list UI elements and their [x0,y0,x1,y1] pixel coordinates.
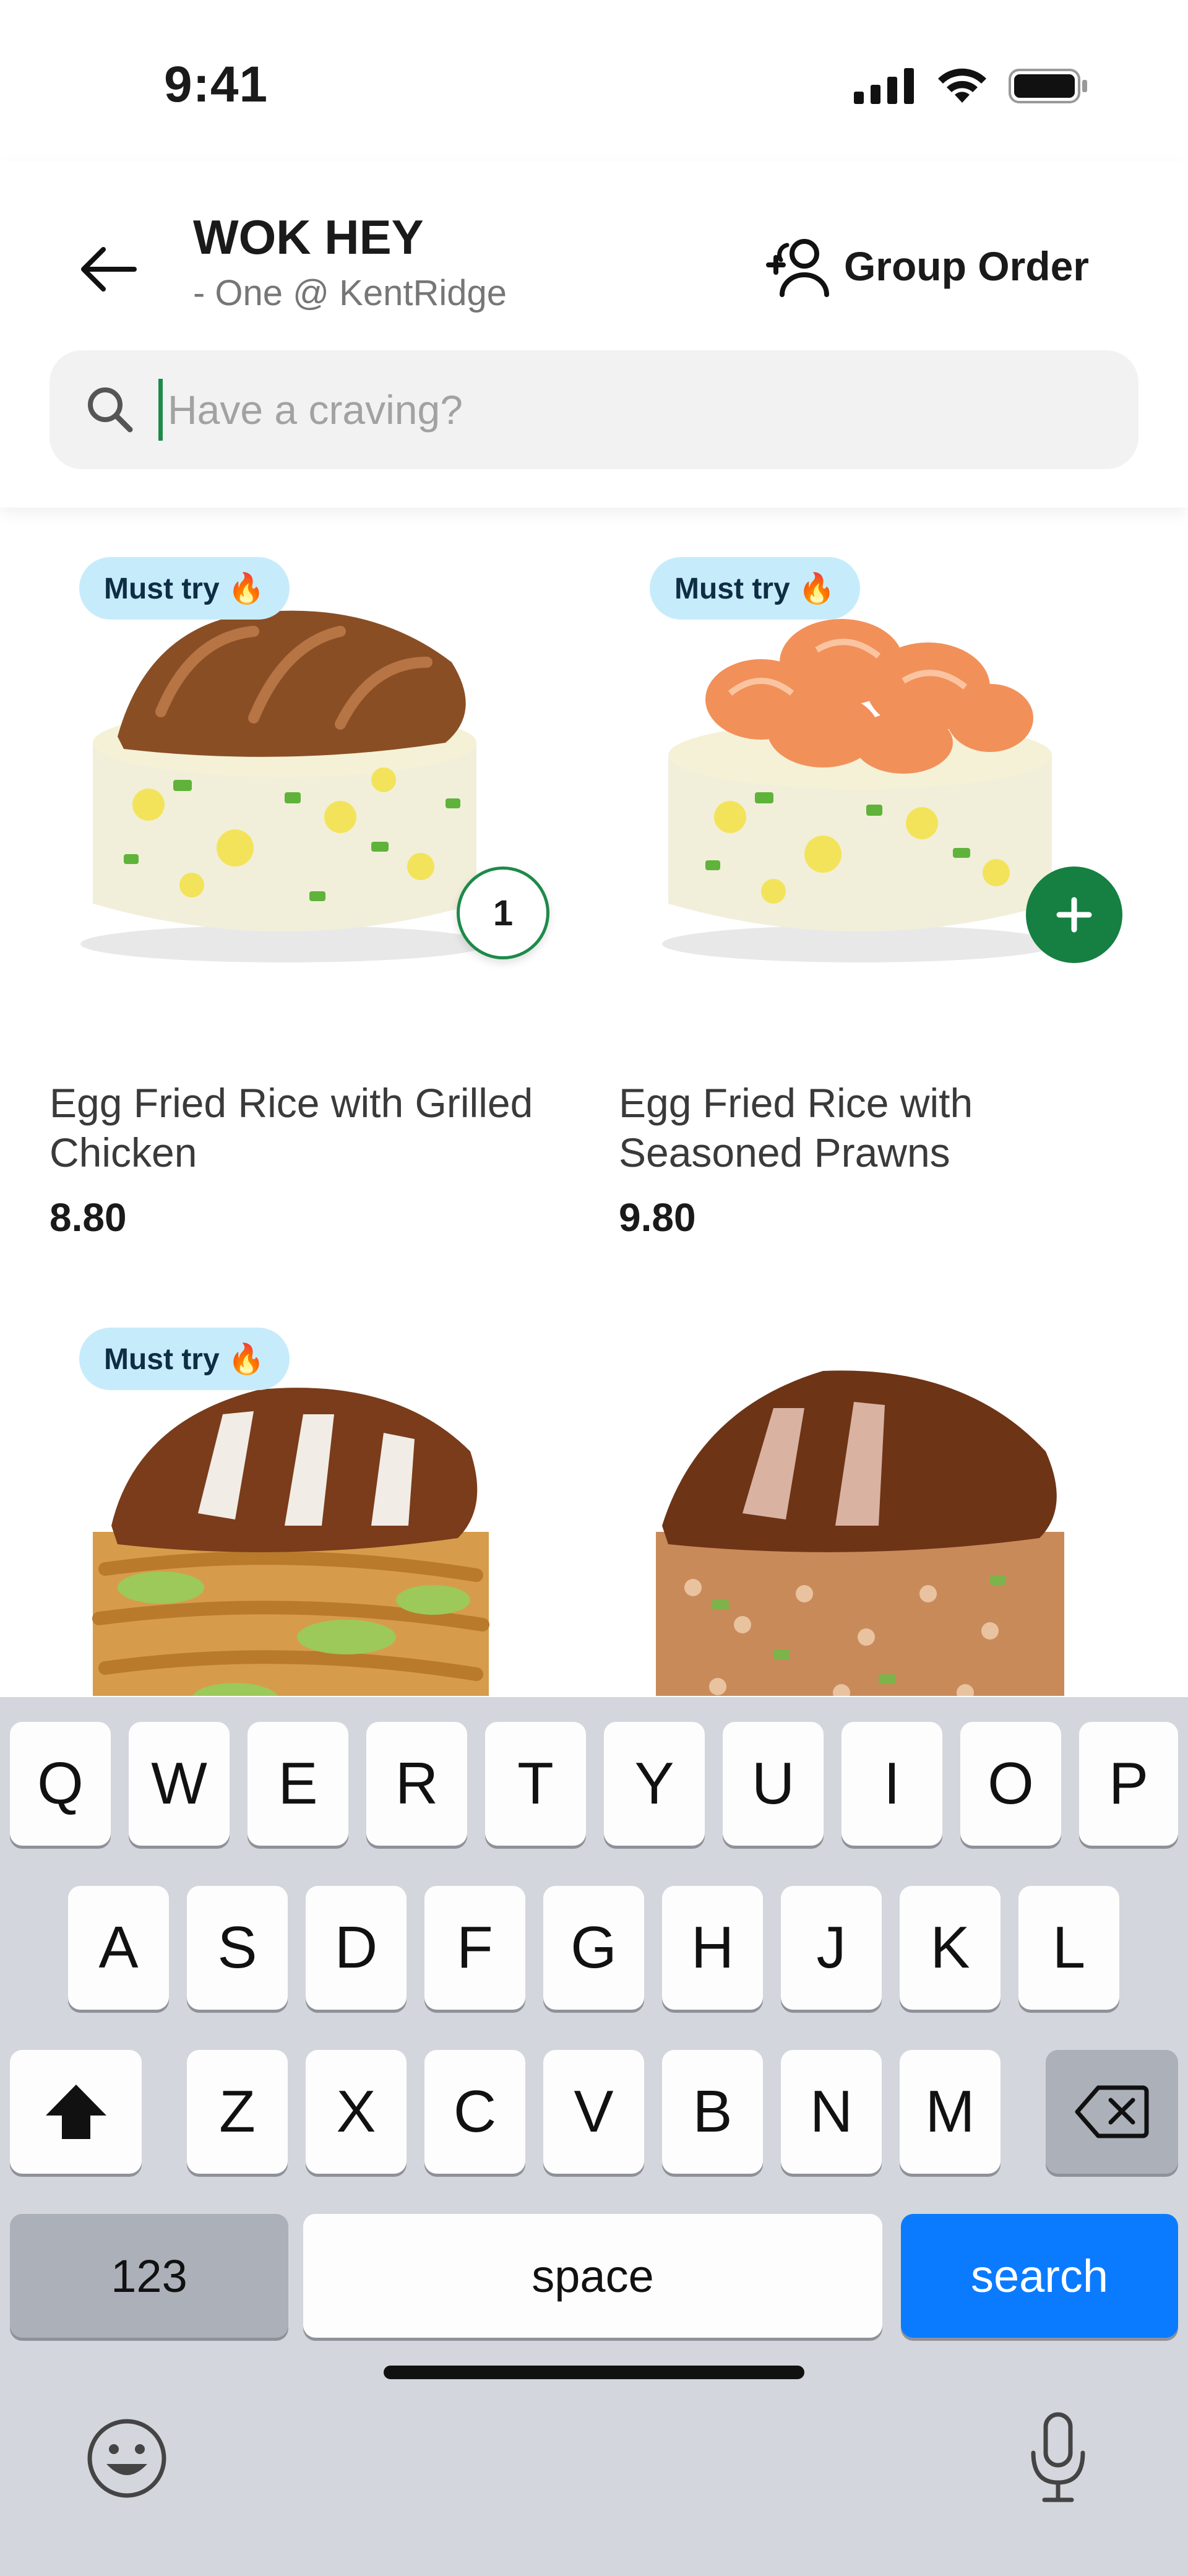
arrow-left-icon [81,247,137,292]
item-name: Egg Fried Rice with Grilled Chicken [50,1080,533,1175]
key-z[interactable]: Z [187,2050,288,2174]
menu-item-card[interactable]: Must try 🔥 Egg Fried Rice with Seasoned … [575,557,1132,1240]
emoji-button[interactable] [80,2412,173,2505]
numbers-key[interactable]: 123 [10,2214,288,2338]
space-key[interactable]: space [303,2214,882,2338]
group-order-button[interactable]: Group Order [762,229,1089,303]
backspace-key[interactable] [1046,2050,1178,2174]
key-t[interactable]: T [485,1722,586,1846]
dictation-button[interactable] [1015,2409,1101,2508]
key-p[interactable]: P [1079,1722,1178,1846]
key-i[interactable]: I [842,1722,942,1846]
store-header: WOK HEY - One @ KentRidge Group Order [0,161,1188,508]
key-f[interactable]: F [424,1886,525,2010]
must-try-badge: Must try 🔥 [79,1328,290,1390]
emoji-icon [87,2419,166,2498]
menu-item-card[interactable] [575,1328,1132,1696]
key-g[interactable]: G [543,1886,644,2010]
dish-image [80,610,489,962]
key-d[interactable]: D [306,1886,407,2010]
menu-grid: Must try 🔥 1 Egg Fried Rice with Grilled… [0,508,1188,1696]
key-m[interactable]: M [900,2050,1001,2174]
must-try-badge: Must try 🔥 [79,557,290,620]
item-name: Egg Fried Rice with Seasoned Prawns [619,1080,973,1175]
dish-image [662,619,1058,962]
key-s[interactable]: S [187,1886,288,2010]
key-o[interactable]: O [960,1722,1061,1846]
status-time: 9:41 [164,56,269,113]
add-to-cart-button[interactable] [1026,867,1122,963]
backspace-icon [1075,2085,1149,2138]
shift-icon [45,2085,106,2139]
search-key[interactable]: search [901,2214,1178,2338]
key-b[interactable]: B [662,2050,763,2174]
dish-image-wrap: Must try 🔥 1 [50,557,549,1003]
status-bar: 9:41 [0,0,1188,161]
dish-image [656,1370,1064,1696]
home-indicator [384,2366,804,2379]
key-h[interactable]: H [662,1886,763,2010]
search-input[interactable] [166,386,1035,434]
text-caret [158,379,163,441]
app-screen: 9:41 W OK H EY - One @ KentRidge Group Ord… [0,0,1188,2576]
quantity-button[interactable]: 1 [457,867,549,959]
search-bar[interactable] [50,350,1138,469]
key-w[interactable]: W [129,1722,230,1846]
key-c[interactable]: C [424,2050,525,2174]
signal-icon [854,68,914,104]
menu-item-card[interactable]: Must try 🔥 [6,1328,563,1696]
key-e[interactable]: E [248,1722,348,1846]
group-order-label: Group Order [843,243,1089,289]
key-a[interactable]: A [68,1886,169,2010]
dish-image-wrap [619,1328,1089,1696]
key-k[interactable]: K [900,1886,1001,2010]
battery-icon [1009,69,1087,103]
back-button[interactable] [68,229,148,309]
key-u[interactable]: U [723,1722,824,1846]
menu-item-card[interactable]: Must try 🔥 1 Egg Fried Rice with Grilled… [6,557,563,1240]
item-price: 9.80 [619,1195,696,1240]
key-v[interactable]: V [543,2050,644,2174]
shift-key[interactable] [10,2050,142,2174]
must-try-badge: Must try 🔥 [650,557,860,620]
store-name: WOK HEY [193,210,424,264]
dish-image-wrap: Must try 🔥 [50,1328,520,1696]
key-q[interactable]: Q [10,1722,111,1846]
key-n[interactable]: N [781,2050,882,2174]
key-y[interactable]: Y [604,1722,705,1846]
plus-icon [1056,897,1092,933]
microphone-icon [1031,2412,1085,2502]
key-x[interactable]: X [306,2050,407,2174]
wifi-icon [938,68,986,103]
key-j[interactable]: J [781,1886,882,2010]
dish-image-wrap: Must try 🔥 [619,557,1122,1003]
add-group-icon [765,239,829,297]
item-price: 8.80 [50,1195,127,1240]
search-icon [85,382,141,438]
key-l[interactable]: L [1018,1886,1119,2010]
store-branch: - One @ KentRidge [193,273,507,313]
status-icons [854,67,1089,105]
key-r[interactable]: R [366,1722,467,1846]
onscreen-keyboard: Q W E R T Y U I O P A S D F G H J K L Z … [0,1697,1188,2576]
